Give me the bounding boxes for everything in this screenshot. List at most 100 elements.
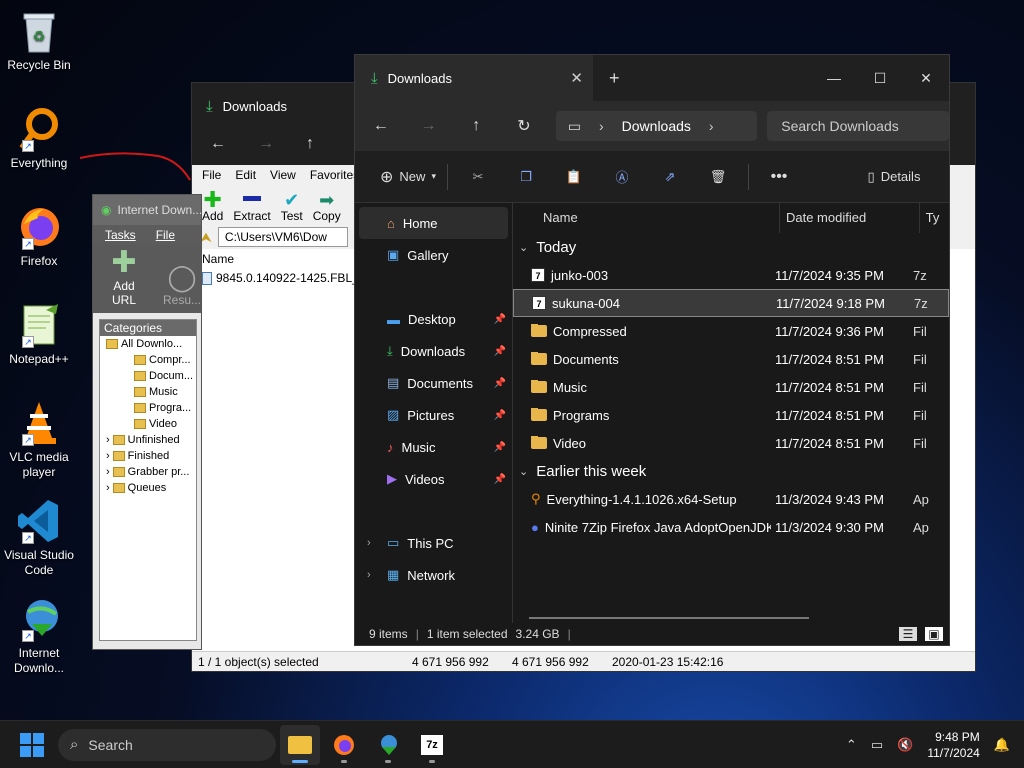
copy-icon[interactable]: ❐ [502,169,550,185]
cut-icon[interactable]: ✂ [454,169,502,185]
add-button[interactable]: ✚ Add [202,185,223,225]
rename-icon[interactable]: Ⓐ [598,167,646,186]
file-row[interactable]: Programs 11/7/2024 8:51 PM Fil [513,401,949,429]
group-header-earlier[interactable]: ⌄ Earlier this week [513,457,949,485]
pin-icon[interactable]: 📌 [494,410,506,421]
maximize-icon[interactable]: ☐ [857,55,903,101]
extract-button[interactable]: Extract [233,185,271,225]
idm-category-item[interactable]: Compr... [100,352,196,368]
more-options-icon[interactable]: ••• [755,168,803,186]
sidebar-item-gallery[interactable]: ▣ Gallery [355,239,512,271]
sidebar-item-downloads[interactable]: ⤓ Downloads 📌 [355,335,512,367]
pin-icon[interactable]: 📌 [494,346,506,357]
file-row[interactable]: Video 11/7/2024 8:51 PM Fil [513,429,949,457]
taskbar-file-explorer[interactable] [280,724,320,765]
close-icon[interactable]: ✕ [903,55,949,101]
details-button[interactable]: ▯ Details [859,169,929,185]
idm-category-item[interactable]: › Queues [100,480,196,496]
sevenzip-menu-view[interactable]: View [270,168,296,182]
desktop-icon-firefox[interactable]: ↗ Firefox [4,204,74,269]
taskbar-idm[interactable] [368,725,408,765]
idm-window[interactable]: ◉ Internet Down... Tasks File ✚ Add URL … [92,194,202,650]
sidebar-item-home[interactable]: ⌂ Home [359,207,508,239]
chevron-right-icon[interactable]: › [367,537,371,549]
file-row[interactable]: Documents 11/7/2024 8:51 PM Fil [513,345,949,373]
file-row[interactable]: 7 junko-003 11/7/2024 9:35 PM 7z [513,261,949,289]
sevenzip-address-input[interactable]: C:\Users\VM6\Dow [217,227,348,247]
chevron-up-icon[interactable]: ⌃ [846,737,857,753]
share-icon[interactable]: ⇗ [646,169,694,185]
taskbar-search[interactable]: ⌕ Search [58,728,276,761]
desktop-icon-vlc[interactable]: ↗ VLC media player [4,400,74,480]
desktop-icon-everything[interactable]: ↗ Everything [4,106,74,171]
desktop-icon-vscode[interactable]: ↗ Visual Studio Code [4,498,74,578]
horizontal-scrollbar[interactable] [529,617,809,619]
delete-icon[interactable]: 🗑 [694,169,742,185]
add-url-button[interactable]: ✚ Add URL [103,247,145,308]
sidebar-item-music[interactable]: ♪ Music 📌 [355,431,512,463]
pin-icon[interactable]: 📌 [494,378,506,389]
group-header-today[interactable]: ⌄ Today [513,233,949,261]
pin-icon[interactable]: 📌 [494,442,506,453]
forward-arrow-icon[interactable]: → [417,117,441,135]
file-row[interactable]: 7 sukuna-004 11/7/2024 9:18 PM 7z [513,289,949,317]
sidebar-item-pictures[interactable]: ▨ Pictures 📌 [355,399,512,431]
test-button[interactable]: ✔ Test [281,185,303,225]
idm-category-item[interactable]: Progra... [100,400,196,416]
taskbar-7zip[interactable]: 7z [412,725,452,765]
back-arrow-icon[interactable]: ← [369,117,393,135]
breadcrumb-downloads[interactable]: Downloads [622,118,691,134]
column-type[interactable]: Ty [920,203,949,233]
sidebar-item-videos[interactable]: ▶ Videos 📌 [355,463,512,495]
chevron-right-icon[interactable]: › [106,432,110,448]
paste-icon[interactable]: 📋 [550,169,598,185]
file-row[interactable]: ⚲ Everything-1.4.1.1026.x64-Setup 11/3/202… [513,485,949,513]
idm-category-item[interactable]: Docum... [100,368,196,384]
back-arrow-icon[interactable]: ← [210,135,226,153]
breadcrumb[interactable]: ▭ › Downloads › [555,111,758,141]
resume-button[interactable]: ◯ Resu... [163,261,201,307]
pin-icon[interactable]: 📌 [494,474,506,485]
file-row[interactable]: ● Ninite 7Zip Firefox Java AdoptOpenJDK x… [513,513,949,541]
taskbar-firefox[interactable] [324,725,364,765]
sevenzip-menu-file[interactable]: File [202,168,221,182]
chevron-right-icon[interactable]: › [106,464,110,480]
chevron-right-icon[interactable]: › [106,448,110,464]
up-arrow-icon[interactable]: ↑ [464,117,488,135]
new-button[interactable]: ⊕ New ▾ [375,167,441,187]
idm-category-item[interactable]: › Unfinished [100,432,196,448]
details-view-icon[interactable]: ☰ [899,627,917,641]
explorer-window[interactable]: ⤓ Downloads ✕ + — ☐ ✕ ← → ↑ ↻ ▭ › Downlo… [354,54,950,646]
column-date[interactable]: Date modified [780,203,920,233]
network-icon[interactable]: ▭ [871,737,883,753]
file-row[interactable]: Music 11/7/2024 8:51 PM Fil [513,373,949,401]
chevron-right-icon[interactable]: › [106,480,110,496]
start-button[interactable] [20,732,44,757]
chevron-right-icon[interactable]: › [367,569,371,581]
idm-category-item[interactable]: Music [100,384,196,400]
new-tab-icon[interactable]: + [609,68,620,89]
sevenzip-menu-edit[interactable]: Edit [235,168,256,182]
close-tab-icon[interactable]: ✕ [570,69,583,87]
desktop-icon-notepadpp[interactable]: ↗ Notepad++ [4,302,74,367]
idm-menu-file[interactable]: File [156,228,175,242]
column-name[interactable]: Name [513,203,780,233]
sidebar-item-this-pc[interactable]: › ▭ This PC [355,527,512,559]
desktop-icon-recycle-bin[interactable]: ♻ Recycle Bin [4,8,74,73]
up-arrow-icon[interactable]: ↑ [306,135,314,153]
tiles-view-icon[interactable]: ▣ [925,627,943,641]
sevenzip-menu-favorites[interactable]: Favorites [310,168,359,182]
idm-category-item[interactable]: Video [100,416,196,432]
sidebar-item-documents[interactable]: ▤ Documents 📌 [355,367,512,399]
sidebar-item-network[interactable]: › ▦ Network [355,559,512,591]
forward-arrow-icon[interactable]: → [258,135,274,153]
explorer-titlebar[interactable]: ⤓ Downloads ✕ + — ☐ ✕ [355,55,949,101]
volume-muted-icon[interactable]: 🔇 [897,737,913,753]
idm-menu-tasks[interactable]: Tasks [105,228,136,242]
file-row[interactable]: Compressed 11/7/2024 9:36 PM Fil [513,317,949,345]
idm-titlebar[interactable]: ◉ Internet Down... [93,195,201,225]
minimize-icon[interactable]: — [811,55,857,101]
idm-category-item[interactable]: › Grabber pr... [100,464,196,480]
sidebar-item-desktop[interactable]: ▬ Desktop 📌 [355,303,512,335]
pin-icon[interactable]: 📌 [494,314,506,325]
